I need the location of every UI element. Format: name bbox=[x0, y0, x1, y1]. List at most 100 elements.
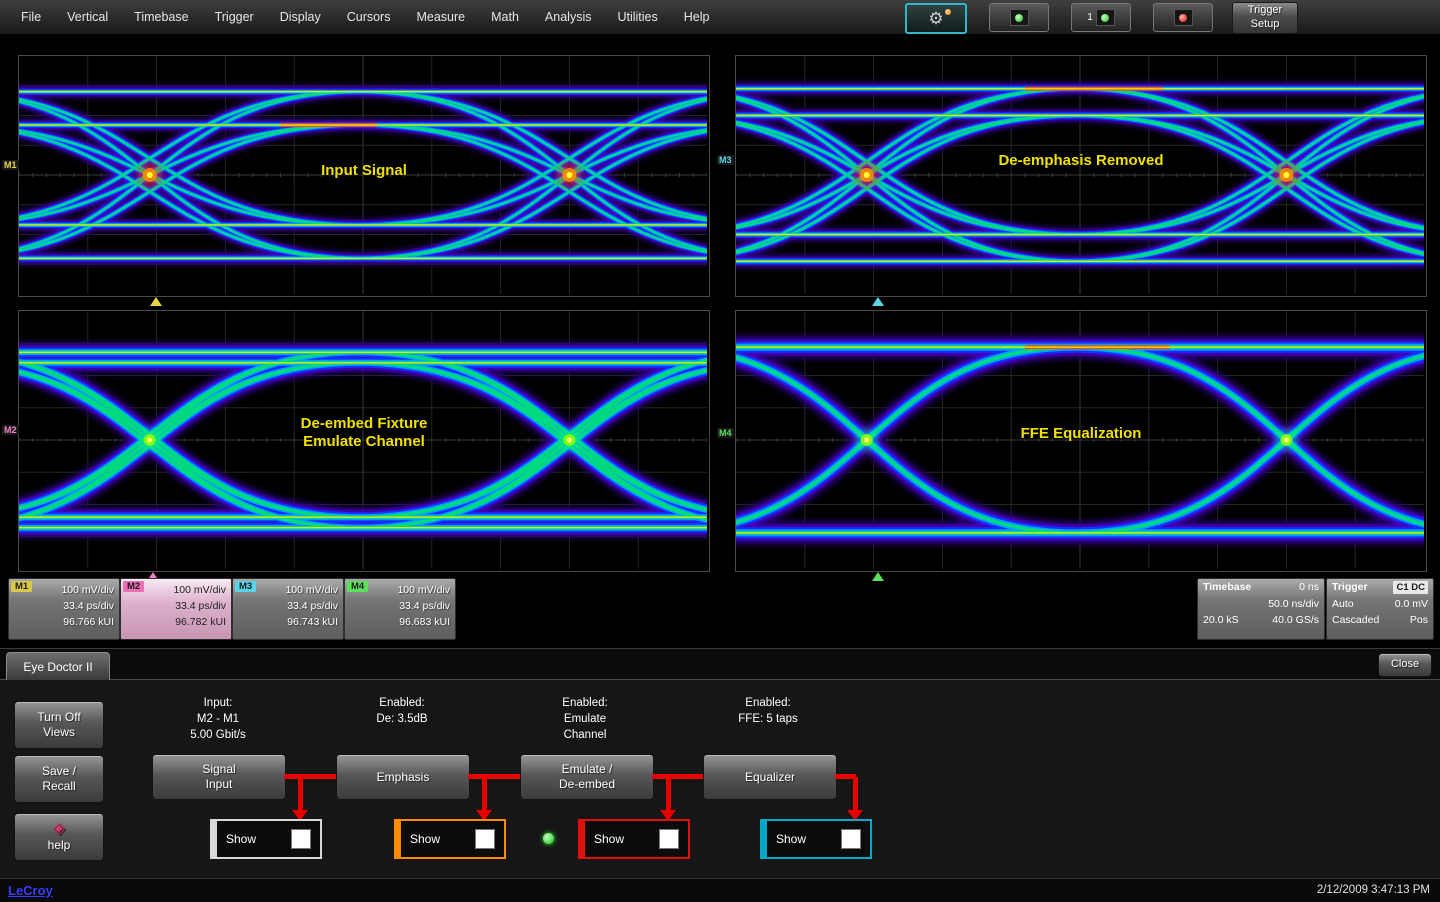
timebase-samples: 20.0 kS bbox=[1203, 614, 1239, 627]
descriptor-m3[interactable]: M3 100 mV/div 33.4 ps/div 96.743 kUI bbox=[232, 578, 344, 640]
gear-dot-icon bbox=[945, 9, 951, 15]
emphasis-button[interactable]: Emphasis bbox=[336, 754, 470, 800]
menu-utilities[interactable]: Utilities bbox=[604, 10, 670, 24]
menu-items: File Vertical Timebase Trigger Display C… bbox=[8, 0, 722, 34]
channel-number-label: 1 bbox=[1087, 12, 1093, 23]
toolbar-led-button-1[interactable] bbox=[989, 3, 1049, 32]
turn-off-views-button[interactable]: Turn Off Views bbox=[14, 701, 104, 749]
m1-count: 96.766 kUI bbox=[63, 615, 114, 628]
toolbar: ⚙ 1 bbox=[905, 3, 1213, 34]
emulate-deembed-button[interactable]: Emulate / De-embed bbox=[520, 754, 654, 800]
stage-info-emphasis: Enabled: De: 3.5dB bbox=[376, 697, 428, 726]
show-emulate-box[interactable]: Show bbox=[578, 819, 690, 859]
m3-vdiv: 100 mV/div bbox=[285, 584, 338, 596]
menu-file[interactable]: File bbox=[8, 10, 54, 24]
eye-diagram-m3 bbox=[736, 56, 1424, 294]
signal-input-button[interactable]: Signal Input bbox=[152, 754, 286, 800]
eye-diagram-m1 bbox=[19, 56, 707, 294]
toolbar-stop-button[interactable] bbox=[1153, 3, 1213, 32]
trace-label-m3: M3 bbox=[717, 155, 734, 165]
m4-vdiv: 100 mV/div bbox=[397, 584, 450, 596]
trigger-marker-m4[interactable] bbox=[872, 572, 884, 581]
m1-tdiv: 33.4 ps/div bbox=[63, 599, 114, 612]
timebase-rate: 40.0 GS/s bbox=[1272, 614, 1319, 627]
channel-led-icon bbox=[1095, 9, 1115, 26]
descriptor-chip-m4: M4 bbox=[347, 581, 369, 592]
show-emphasis-box[interactable]: Show bbox=[394, 819, 506, 859]
show-checkbox[interactable] bbox=[659, 829, 679, 849]
show-checkbox[interactable] bbox=[841, 829, 861, 849]
show-checkbox[interactable] bbox=[475, 829, 495, 849]
descriptor-chip-m2: M2 bbox=[123, 581, 145, 592]
status-bar: LeCroy 2/12/2009 3:47:13 PM bbox=[0, 878, 1440, 902]
menu-math[interactable]: Math bbox=[478, 10, 532, 24]
lecroy-link[interactable]: LeCroy bbox=[8, 883, 53, 898]
toolbar-channel-button[interactable]: 1 bbox=[1071, 3, 1131, 32]
flow-drop bbox=[853, 777, 858, 811]
status-led-icon bbox=[543, 833, 554, 844]
trace-label-m1: M1 bbox=[2, 160, 19, 170]
flow-connector bbox=[652, 774, 703, 779]
descriptor-m1[interactable]: M1 100 mV/div 33.4 ps/div 96.766 kUI bbox=[8, 578, 120, 640]
menu-cursors[interactable]: Cursors bbox=[334, 10, 404, 24]
m1-vdiv: 100 mV/div bbox=[61, 584, 114, 596]
green-led-icon bbox=[1009, 9, 1029, 26]
trace-label-m4: M4 bbox=[717, 428, 734, 438]
trigger-slope: Pos bbox=[1409, 614, 1428, 627]
graticule-m1: Input Signal bbox=[18, 55, 710, 297]
descriptor-chip-m1: M1 bbox=[11, 581, 33, 592]
descriptor-m2[interactable]: M2 100 mV/div 33.4 ps/div 96.782 kUI bbox=[120, 578, 232, 640]
timebase-descriptor[interactable]: Timebase 0 ns 50.0 ns/div 20.0 kS 40.0 G… bbox=[1197, 578, 1325, 640]
show-input-box[interactable]: Show bbox=[210, 819, 322, 859]
m3-tdiv: 33.4 ps/div bbox=[287, 599, 338, 612]
menu-timebase[interactable]: Timebase bbox=[121, 10, 201, 24]
timebase-offset: 0 ns bbox=[1299, 581, 1319, 593]
timebase-title: Timebase bbox=[1203, 581, 1252, 593]
graticule-m2: De-embed Fixture Emulate Channel bbox=[18, 310, 710, 572]
trigger-descriptor[interactable]: Trigger C1 DC Auto 0.0 mV Cascaded Pos bbox=[1326, 578, 1434, 640]
trigger-title: Trigger bbox=[1332, 581, 1368, 593]
menu-analysis[interactable]: Analysis bbox=[532, 10, 605, 24]
show-label: Show bbox=[594, 832, 625, 846]
descriptor-values-m4: 100 mV/div 33.4 ps/div 96.683 kUI bbox=[397, 583, 450, 630]
save-recall-button[interactable]: Save / Recall bbox=[14, 755, 104, 803]
help-icon: ◈ bbox=[52, 820, 66, 837]
help-label: help bbox=[47, 838, 71, 852]
flow-connector bbox=[468, 774, 520, 779]
trigger-marker-m1[interactable] bbox=[150, 297, 162, 306]
help-button[interactable]: ◈ help bbox=[14, 813, 104, 861]
show-checkbox[interactable] bbox=[291, 829, 311, 849]
m4-tdiv: 33.4 ps/div bbox=[399, 599, 450, 612]
show-equalizer-box[interactable]: Show bbox=[760, 819, 872, 859]
trace-label-m2: M2 bbox=[2, 425, 19, 435]
menu-help[interactable]: Help bbox=[671, 10, 723, 24]
descriptor-values-m2: 100 mV/div 33.4 ps/div 96.782 kUI bbox=[173, 583, 226, 630]
menu-vertical[interactable]: Vertical bbox=[54, 10, 121, 24]
menu-display[interactable]: Display bbox=[267, 10, 334, 24]
show-label: Show bbox=[410, 832, 441, 846]
close-button[interactable]: Close bbox=[1378, 653, 1432, 677]
trigger-type: Cascaded bbox=[1332, 614, 1380, 627]
equalizer-button[interactable]: Equalizer bbox=[703, 754, 837, 800]
gear-icon: ⚙ bbox=[928, 9, 944, 28]
descriptor-values-m3: 100 mV/div 33.4 ps/div 96.743 kUI bbox=[285, 583, 338, 630]
auto-setup-button[interactable]: ⚙ bbox=[905, 3, 967, 34]
flow-drop bbox=[482, 777, 487, 811]
menu-measure[interactable]: Measure bbox=[403, 10, 478, 24]
flow-connector bbox=[284, 774, 336, 779]
trigger-source-chip: C1 DC bbox=[1393, 580, 1428, 594]
trigger-setup-button[interactable]: Trigger Setup bbox=[1232, 2, 1298, 34]
eye-diagram-m4 bbox=[736, 311, 1424, 569]
dialog-tab-strip bbox=[0, 649, 1440, 680]
trigger-mode: Auto bbox=[1332, 597, 1354, 610]
eye-doctor-dialog: Eye Doctor II Close Turn Off Views Save … bbox=[0, 648, 1440, 879]
descriptor-m4[interactable]: M4 100 mV/div 33.4 ps/div 96.683 kUI bbox=[344, 578, 456, 640]
m2-count: 96.782 kUI bbox=[175, 615, 226, 628]
m4-count: 96.683 kUI bbox=[399, 615, 450, 628]
trigger-marker-m3[interactable] bbox=[872, 297, 884, 306]
menu-trigger[interactable]: Trigger bbox=[202, 10, 267, 24]
red-led-icon bbox=[1173, 9, 1193, 26]
tab-eye-doctor[interactable]: Eye Doctor II bbox=[6, 652, 110, 680]
descriptor-chip-m3: M3 bbox=[235, 581, 257, 592]
flow-drop bbox=[298, 777, 303, 811]
